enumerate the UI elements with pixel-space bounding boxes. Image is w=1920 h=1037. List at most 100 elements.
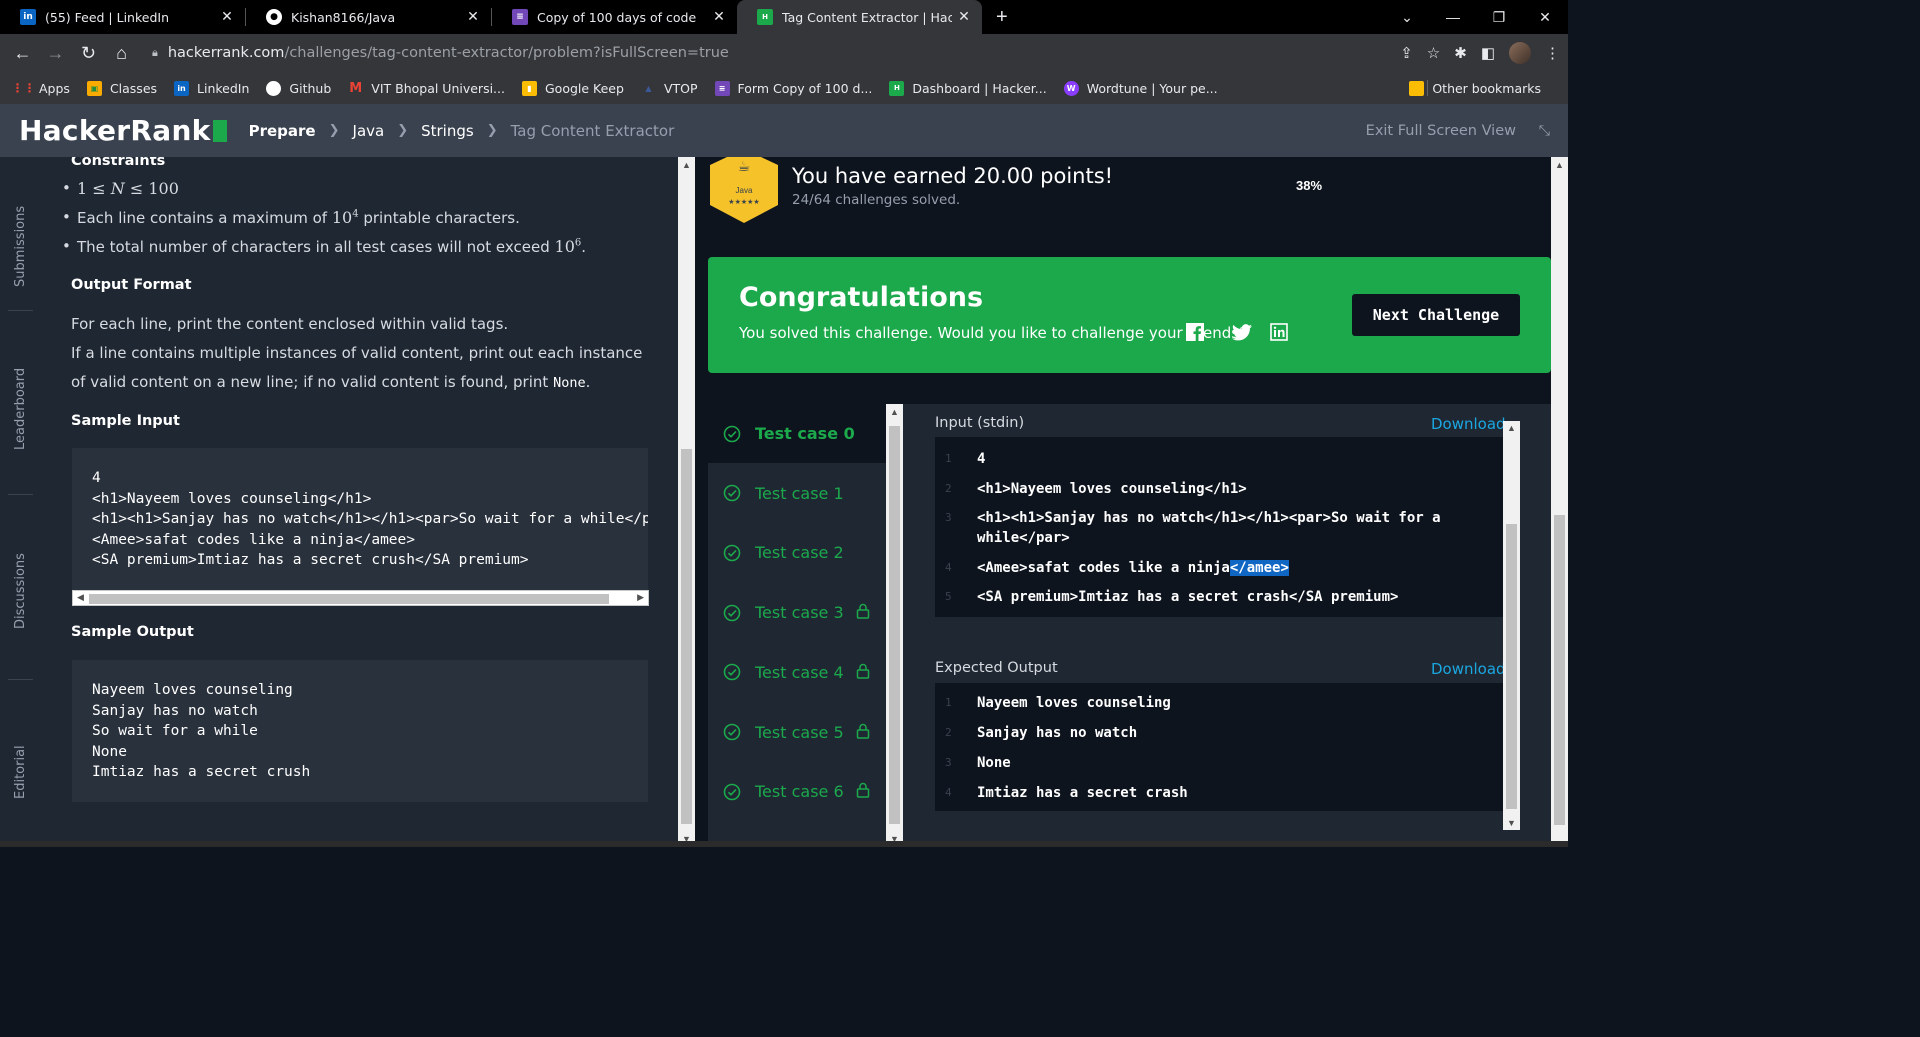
testcase-item[interactable]: Test case 4 [708,643,886,702]
testcase-item[interactable]: Test case 1 [708,464,886,523]
linkedin-icon: in [20,9,36,25]
logo-text: HackerRank [19,114,211,147]
bookmark-vtop[interactable]: ▲ VTOP [641,81,697,96]
tab-hackerrank[interactable]: H Tag Content Extractor | HackerRa ✕ [737,0,982,34]
line-number: 4 [945,786,952,799]
scrollbar-thumb[interactable] [89,594,609,604]
extensions-icon[interactable]: ✱ [1454,44,1467,62]
bookmark-label: VIT Bhopal Universi... [371,80,505,96]
download-input-link[interactable]: Download [1431,415,1506,433]
arrow-up-icon[interactable]: ▲ [682,160,691,170]
menu-icon[interactable]: ⋮ [1545,44,1560,62]
minimize-button[interactable]: — [1430,9,1476,25]
reload-button[interactable]: ↻ [72,43,105,64]
close-icon[interactable]: ✕ [215,9,239,25]
input-line: <Amee>safat codes like a ninja</amee> [977,558,1289,578]
bookmark-label: Github [289,80,332,96]
close-icon[interactable]: ✕ [461,9,485,25]
rail-leaderboard[interactable]: Leaderboard [0,355,41,450]
problem-scrollbar[interactable]: ▲ ▼ [678,157,695,847]
bookmarks-bar: ⋮⋮ Apps ▣ Classes in LinkedIn Github M VIT B… [0,72,1568,104]
close-icon[interactable]: ✕ [952,9,976,25]
bookmark-classes[interactable]: ▣ Classes [86,80,158,96]
avatar[interactable] [1509,42,1531,64]
arrow-left-icon[interactable]: ◀ [77,592,84,603]
arrow-down-icon[interactable]: ▼ [1507,818,1516,828]
bookmark-wordtune[interactable]: W Wordtune | Your pe... [1063,80,1218,96]
scrollbar-thumb[interactable] [1506,524,1517,809]
bookmark-label: Wordtune | Your pe... [1086,80,1218,96]
bookmark-apps[interactable]: ⋮⋮ Apps [12,81,70,96]
scrollbar-thumb[interactable] [889,426,900,824]
bookmark-vit[interactable]: M VIT Bhopal Universi... [348,81,505,96]
tab-github[interactable]: ● Kishan8166/Java ✕ [246,0,491,34]
testcase-item[interactable]: Test case 3 [708,583,886,642]
exit-fullscreen-link[interactable]: Exit Full Screen View [1366,123,1516,139]
collapse-icon[interactable]: ⤡ [1539,122,1550,139]
chevron-down-icon[interactable]: ⌄ [1384,9,1430,26]
scrollbar-thumb[interactable] [1554,515,1565,825]
tab-forms[interactable]: ≡ Copy of 100 days of code ✕ [492,0,737,34]
star-icon[interactable]: ☆ [1427,44,1440,62]
crumb-prepare[interactable]: Prepare [249,122,316,140]
download-output-link[interactable]: Download [1431,660,1506,678]
hackerrank-logo[interactable]: HackerRank [19,114,227,147]
testcase-item[interactable]: Test case 0 [708,404,886,463]
next-challenge-button[interactable]: Next Challenge [1352,294,1520,336]
rail-submissions[interactable]: Submissions [0,177,41,287]
other-bookmarks[interactable]: Other bookmarks [1409,72,1541,104]
arrow-up-icon[interactable]: ▲ [890,407,899,417]
tab-linkedin[interactable]: in (55) Feed | LinkedIn ✕ [0,0,245,34]
line-text: <h1><h1>Sanjay has no watch</h1></h1><pa… [977,510,1441,526]
check-circle-icon [723,544,741,562]
restore-button[interactable]: ❐ [1476,9,1522,26]
crumb-java[interactable]: Java [353,122,385,140]
testcase-scrollbar[interactable]: ▲ ▼ [886,404,903,847]
forward-button[interactable]: → [39,43,72,64]
linkedin-icon[interactable] [1269,322,1289,342]
facebook-icon[interactable] [1185,322,1205,342]
back-button[interactable]: ← [6,43,39,64]
constraint-3: The total number of characters in all te… [62,237,586,256]
page-scrollbar[interactable]: ▲ [1551,157,1568,847]
hackerrank-header: HackerRank Prepare ❯ Java ❯ Strings ❯ Ta… [0,104,1568,157]
bottom-edge [0,841,1568,847]
arrow-up-icon[interactable]: ▲ [1507,423,1516,433]
arrow-right-icon[interactable]: ▶ [637,592,644,603]
share-icon[interactable]: ⇪ [1400,44,1413,62]
rail-discussions[interactable]: Discussions [0,544,41,629]
url-input[interactable]: 🔒︎ hackerrank.com/challenges/tag-content… [152,38,1452,68]
arrow-up-icon[interactable]: ▲ [1555,160,1564,170]
close-icon[interactable]: ✕ [707,9,731,25]
testcase-item[interactable]: Test case 5 [708,703,886,762]
output-line: Sanjay has no watch [977,725,1138,741]
bookmark-form[interactable]: ≡ Form Copy of 100 d... [714,80,872,96]
line-number: 3 [945,511,952,524]
io-scrollbar[interactable]: ▲ ▼ [1503,421,1520,830]
twitter-icon[interactable] [1232,322,1252,342]
bookmark-dashboard[interactable]: H Dashboard | Hacker... [889,80,1047,96]
sidepanel-icon[interactable]: ◧ [1481,44,1495,62]
input-line: <h1>Nayeem loves counseling</h1> [977,479,1247,499]
scrollbar-thumb[interactable] [681,449,692,824]
testcase-item[interactable]: Test case 6 [708,762,886,821]
horizontal-scrollbar[interactable]: ◀ ▶ [72,590,649,606]
rail-label: Leaderboard [13,367,28,450]
new-tab-button[interactable]: + [996,6,1008,29]
testcase-item[interactable]: Test case 2 [708,523,886,582]
input-label: Input (stdin) [935,415,1025,431]
bookmark-linkedin[interactable]: in LinkedIn [174,80,249,96]
congratulations-banner: Congratulations You solved this challeng… [708,257,1551,373]
bookmark-keep[interactable]: ▮ Google Keep [521,80,624,96]
crumb-strings[interactable]: Strings [421,122,474,140]
output-paragraph-1: For each line, print the content enclose… [71,315,509,333]
close-window-button[interactable]: ✕ [1522,9,1568,26]
bookmark-github[interactable]: Github [266,80,332,96]
expected-output-label: Expected Output [935,660,1058,676]
rail-editorial[interactable]: Editorial [0,739,41,799]
bookmark-label: Classes [109,80,158,96]
home-button[interactable]: ⌂ [105,43,138,64]
testcase-label: Test case 2 [755,543,844,563]
line-text: 4 [977,451,986,467]
chevron-right-icon: ❯ [328,123,340,138]
